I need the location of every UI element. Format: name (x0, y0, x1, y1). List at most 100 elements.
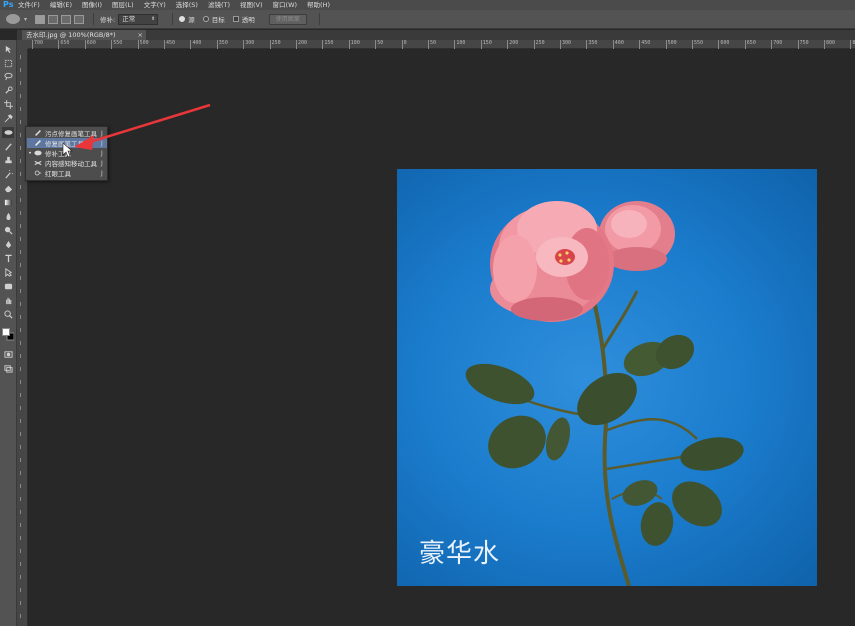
menu-layer[interactable]: 图层(L) (112, 0, 134, 10)
ruler-tick (20, 172, 21, 176)
ruler-tick-label: 100 (348, 40, 360, 49)
patch-mode-value: 正常 (122, 14, 136, 23)
chevron-down-icon: ⬍ (151, 15, 156, 22)
path-select-icon[interactable] (2, 267, 14, 278)
annotation-arrow (89, 103, 211, 144)
menu-edit[interactable]: 编辑(E) (50, 0, 72, 10)
patch-tool-preset-icon[interactable] (6, 14, 20, 24)
ruler-tick-label: 550 (691, 40, 704, 49)
quick-select-icon[interactable] (2, 85, 14, 96)
close-icon[interactable]: × (138, 30, 143, 40)
ruler-tick-label: 200 (295, 40, 308, 49)
menu-window[interactable]: 窗口(W) (273, 0, 298, 10)
preset-caret-icon[interactable]: ▾ (24, 16, 27, 23)
use-pattern-button[interactable]: 使用图案 (268, 13, 307, 25)
brush-icon[interactable] (2, 141, 14, 152)
ruler-tick (20, 575, 21, 579)
blur-icon[interactable] (2, 211, 14, 222)
flyout-item-shortcut: J (101, 169, 103, 177)
ruler-tick (20, 263, 21, 267)
ruler-tick (20, 94, 21, 98)
menu-filter[interactable]: 滤镜(T) (208, 0, 230, 10)
flyout-item-red-eye[interactable]: 红眼工具 J (27, 168, 107, 178)
flyout-item-patch[interactable]: • 修补工具 J (27, 148, 107, 159)
ruler-tick-label: 750 (797, 40, 809, 49)
menu-bar: Ps 文件(F) 编辑(E) 图像(I) 图层(L) 文字(Y) 选择(S) 滤… (0, 0, 855, 10)
source-radio[interactable] (179, 16, 186, 22)
ruler-tick (20, 185, 21, 189)
ruler-tick (20, 198, 21, 202)
eraser-icon[interactable] (2, 183, 14, 194)
menu-image[interactable]: 图像(I) (82, 0, 102, 10)
target-label: 目标 (211, 16, 225, 24)
menu-select[interactable]: 选择(S) (176, 0, 198, 10)
ruler-tick (20, 536, 21, 540)
ruler-tick (20, 315, 21, 319)
healing-tools-flyout: 污点修复画笔工具 J 修复画笔工具 J • 修补工具 J 内容感知移动工具 J … (25, 126, 108, 181)
ruler-tick (20, 406, 21, 410)
ruler-tick (20, 601, 21, 605)
watermark-text[interactable]: 豪华水 (419, 533, 500, 570)
add-selection-icon[interactable] (48, 14, 59, 24)
ruler-tick-label: 100 (454, 40, 466, 49)
healing-brush-icon[interactable] (2, 127, 14, 138)
transparent-checkbox[interactable] (232, 16, 239, 22)
ruler-tick (20, 497, 21, 501)
ruler-tick (20, 458, 21, 462)
ruler-tick-label: 450 (639, 40, 651, 49)
document-tab-title: 去水印.jpg @ 100%(RGB/8*) (26, 31, 116, 39)
intersect-selection-icon[interactable] (74, 14, 85, 24)
ruler-tick-label: 350 (586, 40, 598, 49)
hand-icon[interactable] (2, 295, 14, 306)
ruler-tick-label: 450 (163, 40, 176, 49)
history-brush-icon[interactable] (2, 169, 14, 180)
options-bar: ▾ 修补: 正常 ⬍ 源 目标 透明 使用图案 (0, 10, 855, 29)
zoom-icon[interactable] (2, 309, 14, 320)
ruler-tick (20, 523, 21, 527)
menu-type[interactable]: 文字(Y) (144, 0, 166, 10)
menu-file[interactable]: 文件(F) (18, 0, 40, 10)
patch-mode-label: 修补: (100, 16, 116, 24)
divider (172, 13, 174, 25)
flyout-item-spot-healing-brush[interactable]: 污点修复画笔工具 J (27, 128, 107, 138)
ruler-tick (20, 237, 21, 241)
new-selection-icon[interactable] (35, 14, 46, 24)
pen-icon[interactable] (2, 239, 14, 250)
eyedropper-icon[interactable] (2, 113, 14, 124)
subtract-selection-icon[interactable] (61, 14, 72, 24)
document-tab[interactable]: 去水印.jpg @ 100%(RGB/8*) × (22, 30, 146, 40)
flyout-item-shortcut: J (101, 149, 103, 157)
dodge-icon[interactable] (2, 225, 14, 236)
lasso-icon[interactable] (2, 71, 14, 82)
color-swatch-icon[interactable] (2, 325, 14, 343)
clone-stamp-icon[interactable] (2, 155, 14, 166)
quick-mask-icon[interactable] (2, 349, 14, 360)
ruler-tick-label: 50 (427, 40, 437, 49)
move-icon[interactable] (2, 44, 14, 55)
ruler-tick (20, 341, 21, 345)
marquee-icon[interactable] (2, 58, 14, 69)
ruler-tick-label: 150 (480, 40, 492, 49)
ruler-tick (20, 159, 21, 163)
ruler-tick (20, 419, 21, 423)
menu-help[interactable]: 帮助(H) (307, 0, 330, 10)
menu-view[interactable]: 视图(V) (240, 0, 263, 10)
ruler-tick-label: 250 (533, 40, 545, 49)
ruler-tick (20, 68, 21, 72)
crop-icon[interactable] (2, 99, 14, 110)
document-canvas[interactable]: 豪华水 (397, 169, 817, 586)
target-radio[interactable] (202, 16, 209, 22)
ruler-tick-label: 300 (243, 40, 255, 49)
type-icon[interactable] (2, 253, 14, 264)
flyout-item-label: 内容感知移动工具 (45, 160, 97, 168)
flyout-item-shortcut: J (101, 139, 103, 147)
patch-mode-select[interactable]: 正常 ⬍ (118, 13, 159, 25)
ruler-tick-label: 700 (31, 40, 44, 49)
screen-mode-icon[interactable] (2, 363, 14, 374)
flyout-item-healing-brush[interactable]: 修复画笔工具 J (27, 138, 107, 148)
shape-icon[interactable] (2, 281, 14, 292)
flyout-item-content-aware-move[interactable]: 内容感知移动工具 J (27, 158, 107, 168)
gradient-icon[interactable] (2, 197, 14, 208)
transparent-label: 透明 (241, 16, 255, 24)
toolbox (0, 40, 17, 626)
